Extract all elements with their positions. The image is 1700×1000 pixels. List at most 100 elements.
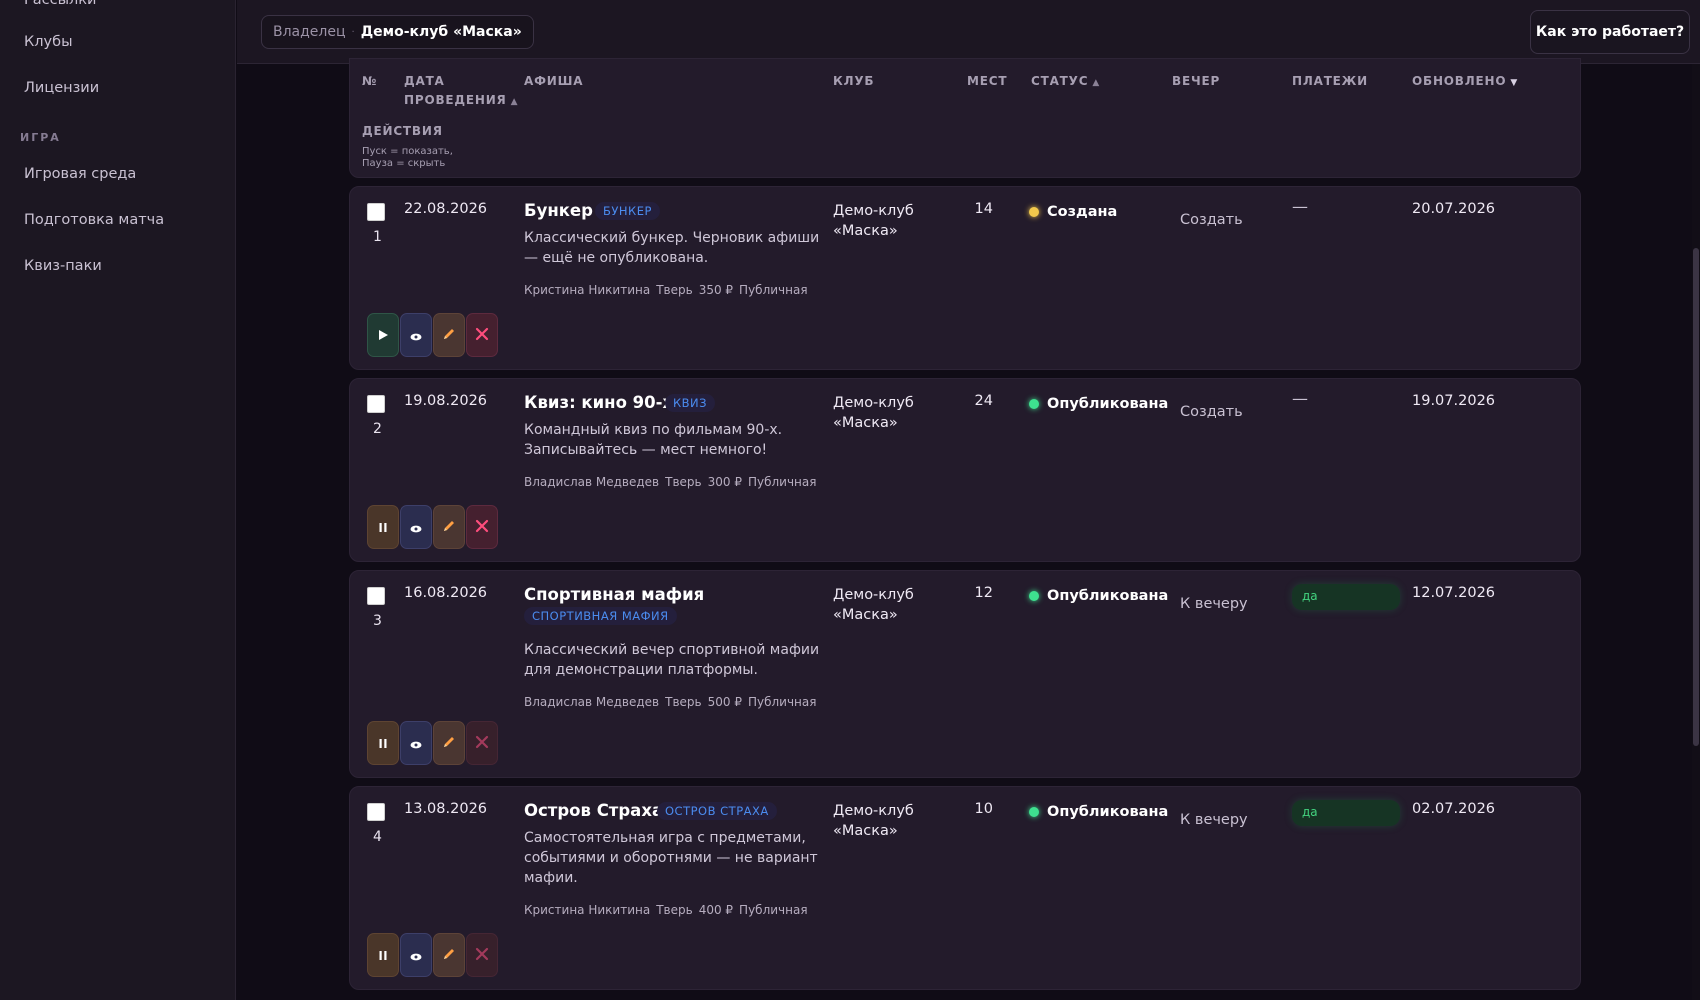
event-price: 350 ₽: [698, 283, 734, 297]
seats-count: 12: [974, 585, 993, 601]
column-header-poster[interactable]: АФИША: [524, 72, 583, 91]
club-name-line1: Демо-клуб: [833, 395, 914, 411]
sidebar-item-licenses[interactable]: Лицензии: [24, 80, 99, 96]
updated-date: 19.07.2026: [1412, 393, 1496, 409]
breadcrumb-root[interactable]: Владелец: [273, 24, 346, 40]
evening-link[interactable]: Создать: [1180, 212, 1243, 228]
eye-icon: [410, 946, 422, 965]
row-number: 4: [373, 829, 382, 845]
evening-link[interactable]: К вечеру: [1180, 596, 1248, 612]
pencil-icon: [442, 734, 456, 753]
column-header-seats[interactable]: МЕСТ: [967, 72, 1007, 91]
edit-button[interactable]: [433, 505, 465, 549]
delete-button[interactable]: [466, 313, 498, 357]
close-icon: [475, 518, 489, 537]
delete-button[interactable]: [466, 505, 498, 549]
sidebar-section-game: ИГРА: [20, 131, 61, 144]
evening-link[interactable]: Создать: [1180, 404, 1243, 420]
scrollbar-thumb[interactable]: [1693, 248, 1699, 746]
column-header-club[interactable]: КЛУБ: [833, 72, 874, 91]
sidebar-item-mailings[interactable]: Рассылки: [24, 0, 96, 8]
column-header-status[interactable]: СТАТУС ▲: [1031, 72, 1100, 93]
how-it-works-button[interactable]: Как это работает?: [1530, 10, 1690, 54]
status-label: Опубликована: [1047, 396, 1169, 412]
event-meta: Кристина Никитина Тверь 400 ₽ Публичная: [524, 903, 814, 917]
delete-button[interactable]: [466, 933, 498, 977]
club-name-line1: Демо-клуб: [833, 803, 914, 819]
actions-hint-line1: Пуск = показать,: [362, 146, 453, 157]
breadcrumb-separator: ·: [351, 26, 355, 38]
event-visibility: Публичная: [739, 283, 808, 297]
column-header-payments[interactable]: ПЛАТЕЖИ: [1292, 72, 1368, 91]
event-host: Владислав Медведев: [524, 475, 660, 489]
event-host: Владислав Медведев: [524, 695, 660, 709]
game-type-tag: КВИЗ: [665, 394, 716, 412]
status-badge: Опубликована: [1029, 804, 1168, 820]
row-checkbox[interactable]: [367, 587, 385, 605]
pause-button[interactable]: [367, 933, 399, 977]
actions-hint-line2: Пауза = скрыть: [362, 158, 446, 169]
row-checkbox[interactable]: [367, 803, 385, 821]
edit-button[interactable]: [433, 313, 465, 357]
event-description: Классический бункер. Черновик афиши — ещ…: [524, 230, 820, 266]
edit-button[interactable]: [433, 933, 465, 977]
game-type-tag: СПОРТИВНАЯ МАФИЯ: [524, 607, 677, 625]
status-dot-icon: [1029, 807, 1039, 817]
event-title[interactable]: Квиз: кино 90-х: [524, 393, 673, 412]
event-title[interactable]: Остров Страха: [524, 801, 663, 820]
event-city: Тверь: [665, 475, 702, 489]
row-checkbox[interactable]: [367, 203, 385, 221]
sort-arrow-icon: ▲: [510, 97, 519, 107]
sidebar-item-quiz-packs[interactable]: Квиз-паки: [24, 258, 102, 274]
status-badge: Опубликована: [1029, 396, 1168, 412]
column-header-actions: ДЕЙСТВИЯ: [362, 124, 443, 138]
row-checkbox[interactable]: [367, 395, 385, 413]
column-header-evening[interactable]: ВЕЧЕР: [1172, 72, 1220, 91]
event-date: 19.08.2026: [404, 393, 488, 409]
pause-icon: [378, 518, 388, 537]
club-name: Демо-клуб «Маска»: [833, 393, 914, 433]
pause-button[interactable]: [367, 721, 399, 765]
view-button[interactable]: [400, 313, 432, 357]
eye-icon: [410, 326, 422, 345]
view-button[interactable]: [400, 933, 432, 977]
close-icon: [475, 326, 489, 345]
row-number: 1: [373, 229, 382, 245]
event-price: 500 ₽: [707, 695, 742, 709]
event-city: Тверь: [665, 695, 702, 709]
delete-button[interactable]: [466, 721, 498, 765]
pencil-icon: [442, 946, 456, 965]
event-city: Тверь: [656, 283, 693, 297]
event-meta: Владислав Медведев Тверь 500 ₽ Публичная: [524, 695, 822, 709]
column-header-updated[interactable]: ОБНОВЛЕНО ▼: [1412, 72, 1518, 93]
sidebar-item-game-environment[interactable]: Игровая среда: [24, 166, 136, 182]
play-icon: [378, 326, 389, 345]
status-label: Создана: [1047, 204, 1118, 220]
payments-value: —: [1292, 389, 1308, 408]
sidebar-item-clubs[interactable]: Клубы: [24, 34, 73, 50]
pencil-icon: [442, 326, 456, 345]
event-meta: Кристина Никитина Тверь 350 ₽ Публичная: [524, 283, 814, 297]
row-number: 3: [373, 613, 382, 629]
event-date: 22.08.2026: [404, 201, 488, 217]
column-header-date[interactable]: ДАТА ПРОВЕДЕНИЯ ▲: [404, 72, 518, 112]
breadcrumb: Владелец · Демо-клуб «Маска»: [261, 15, 534, 49]
event-title[interactable]: Бункер: [524, 201, 593, 220]
scrollbar[interactable]: [1692, 64, 1700, 1000]
pause-icon: [378, 946, 388, 965]
event-title[interactable]: Спортивная мафия: [524, 585, 704, 604]
pause-button[interactable]: [367, 505, 399, 549]
event-host: Кристина Никитина: [524, 903, 651, 917]
view-button[interactable]: [400, 505, 432, 549]
evening-link[interactable]: К вечеру: [1180, 812, 1248, 828]
status-dot-icon: [1029, 207, 1039, 217]
status-label: Опубликована: [1047, 588, 1169, 604]
sidebar: Рассылки Клубы Лицензии ИГРА Игровая сре…: [0, 0, 236, 1000]
play-button[interactable]: [367, 313, 399, 357]
sidebar-item-match-prep[interactable]: Подготовка матча: [24, 212, 164, 228]
view-button[interactable]: [400, 721, 432, 765]
status-dot-icon: [1029, 399, 1039, 409]
column-header-number[interactable]: №: [362, 72, 377, 91]
status-label: Опубликована: [1047, 804, 1169, 820]
edit-button[interactable]: [433, 721, 465, 765]
